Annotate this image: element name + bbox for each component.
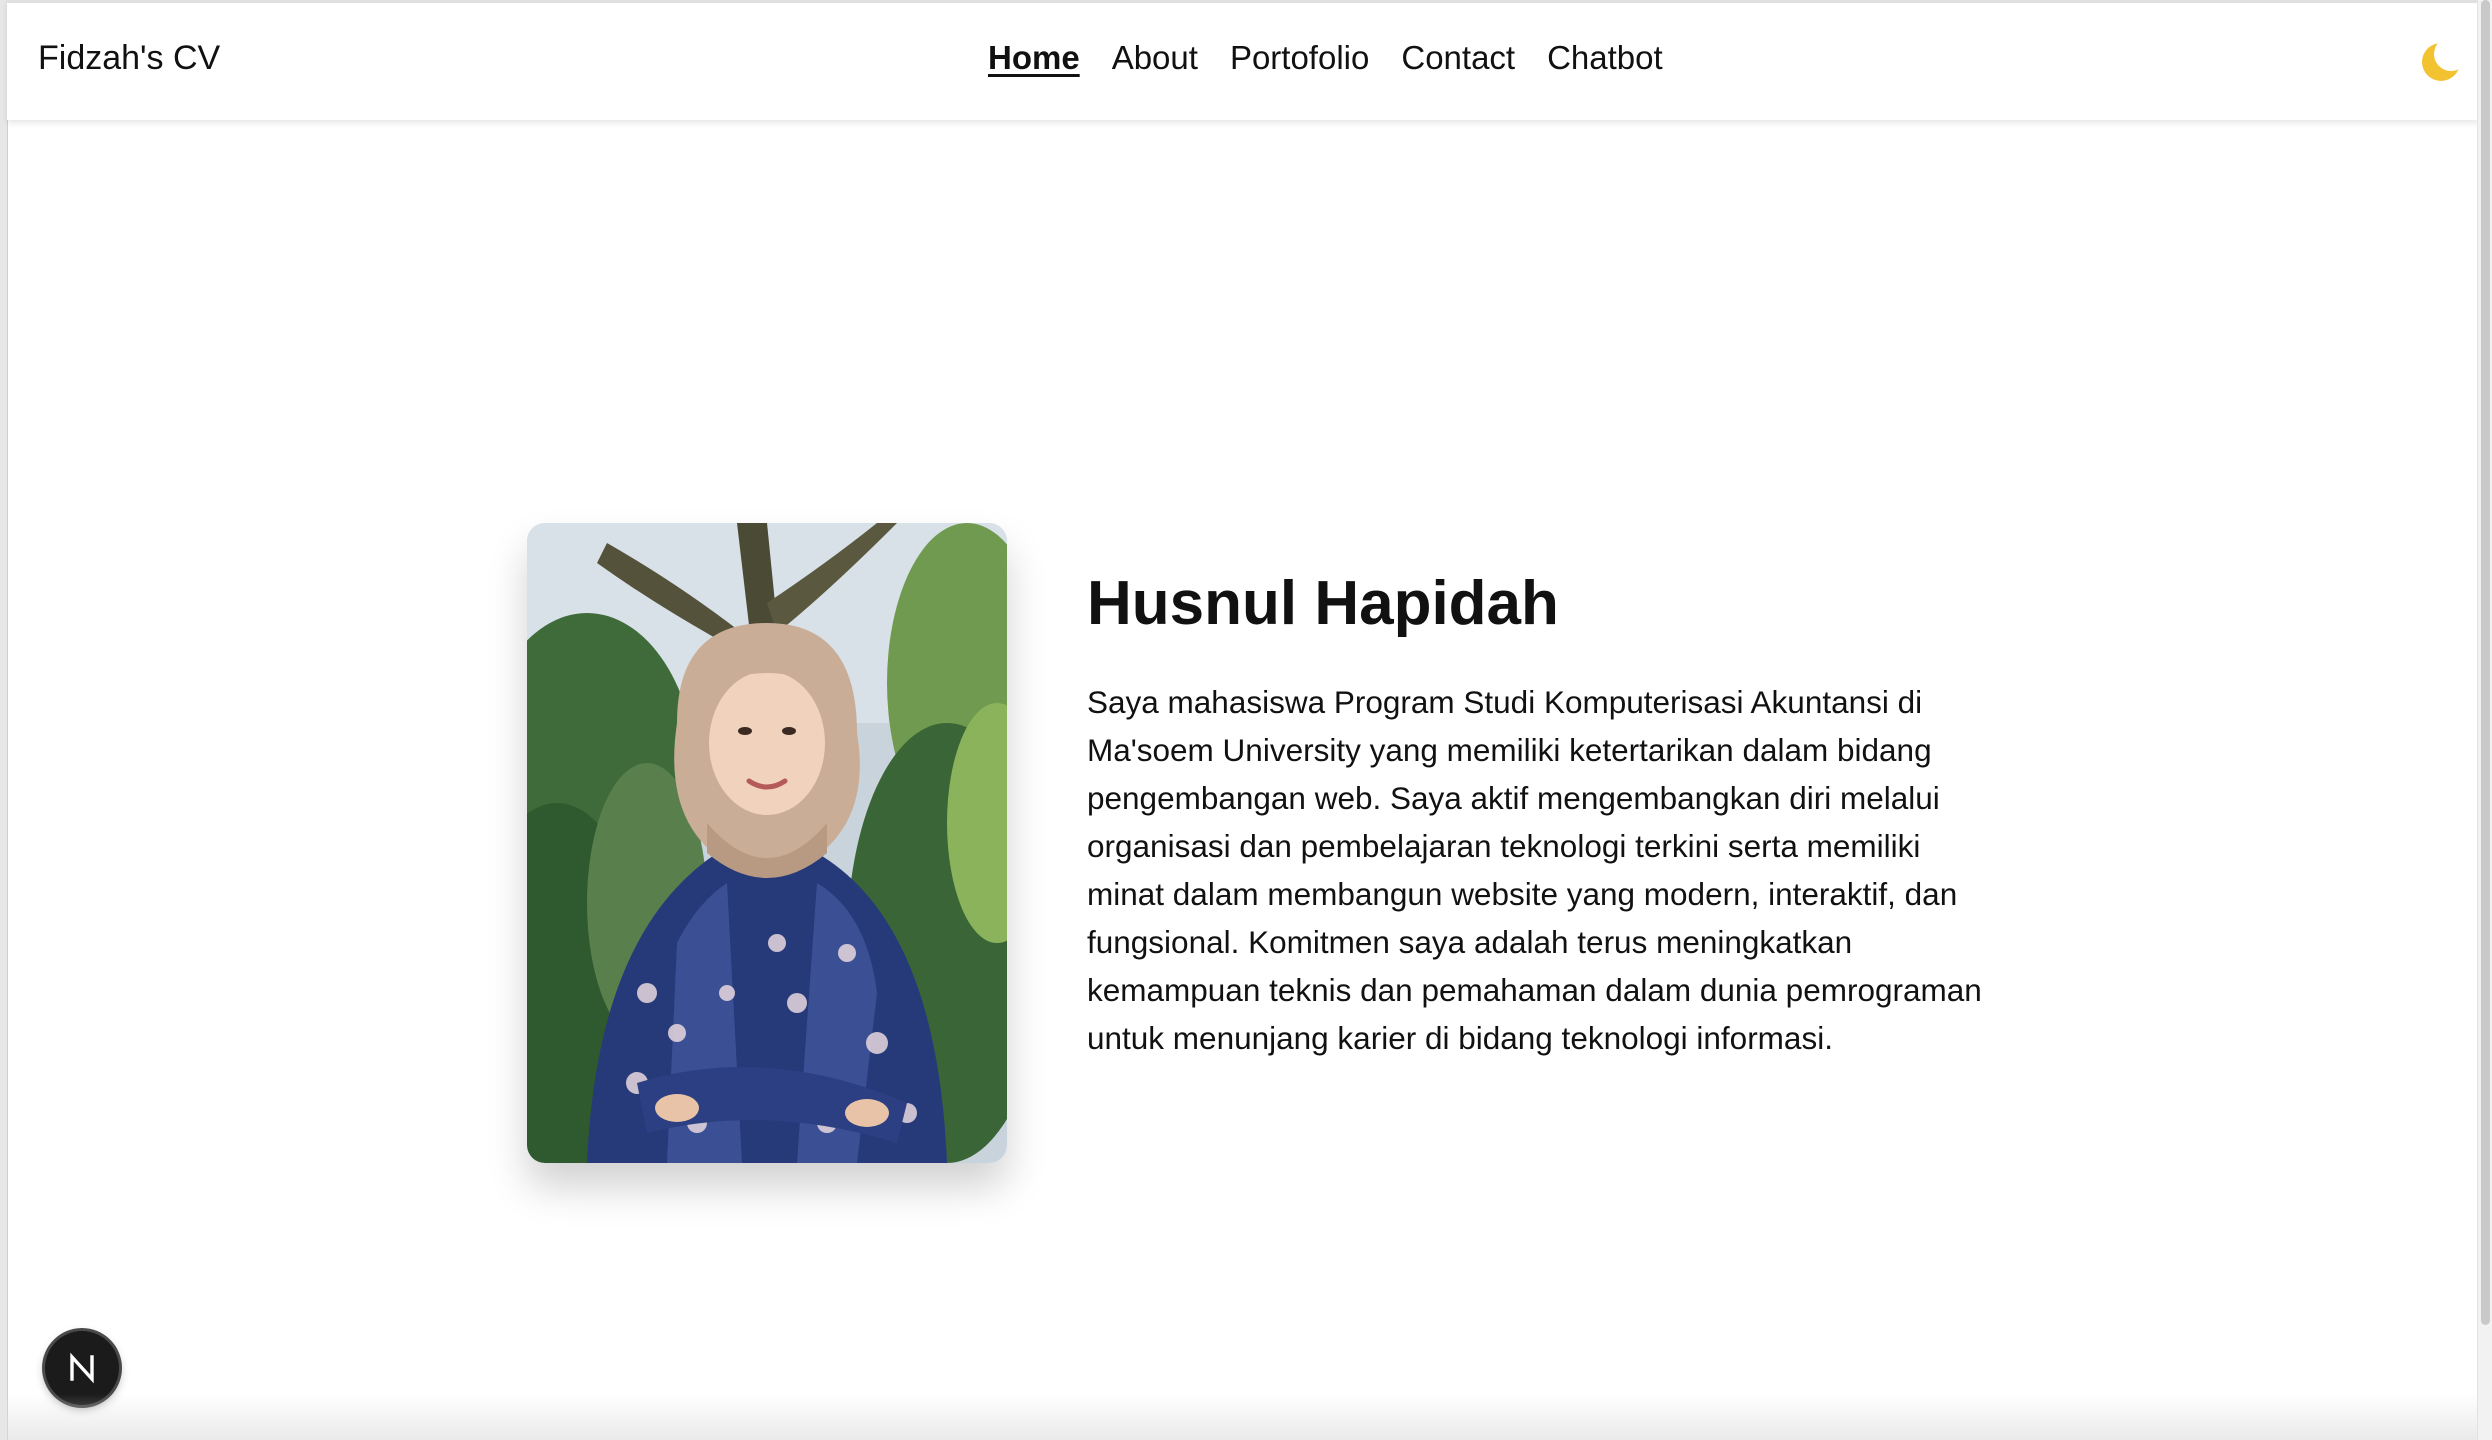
- nav-home[interactable]: Home: [988, 39, 1080, 77]
- nav-about[interactable]: About: [1112, 39, 1198, 77]
- moon-icon: [2422, 37, 2468, 81]
- nextjs-icon: [70, 1352, 94, 1384]
- browser-viewport: Fidzah's CV Home About Portofolio Contac…: [0, 0, 2492, 1440]
- nav-chatbot[interactable]: Chatbot: [1547, 39, 1663, 77]
- brand-title[interactable]: Fidzah's CV: [38, 39, 220, 78]
- nav-portofolio[interactable]: Portofolio: [1230, 39, 1369, 77]
- nav-contact[interactable]: Contact: [1401, 39, 1515, 77]
- hero-text: Husnul Hapidah Saya mahasiswa Program St…: [1087, 569, 1987, 1062]
- bottom-fade: [7, 1394, 2478, 1440]
- navbar: Fidzah's CV Home About Portofolio Contac…: [7, 0, 2478, 120]
- theme-toggle-button[interactable]: [2418, 37, 2468, 85]
- hero-name: Husnul Hapidah: [1087, 569, 1559, 638]
- scrollbar-track[interactable]: [2477, 0, 2492, 1440]
- hero-bio: Saya mahasiswa Program Studi Komputerisa…: [1087, 684, 1982, 1057]
- profile-photo-illustration: [527, 523, 1007, 1163]
- left-window-edge: [0, 0, 8, 1440]
- profile-photo: [527, 523, 1007, 1163]
- nav-links: Home About Portofolio Contact Chatbot: [988, 39, 1663, 77]
- scrollbar-thumb[interactable]: [2481, 0, 2490, 1325]
